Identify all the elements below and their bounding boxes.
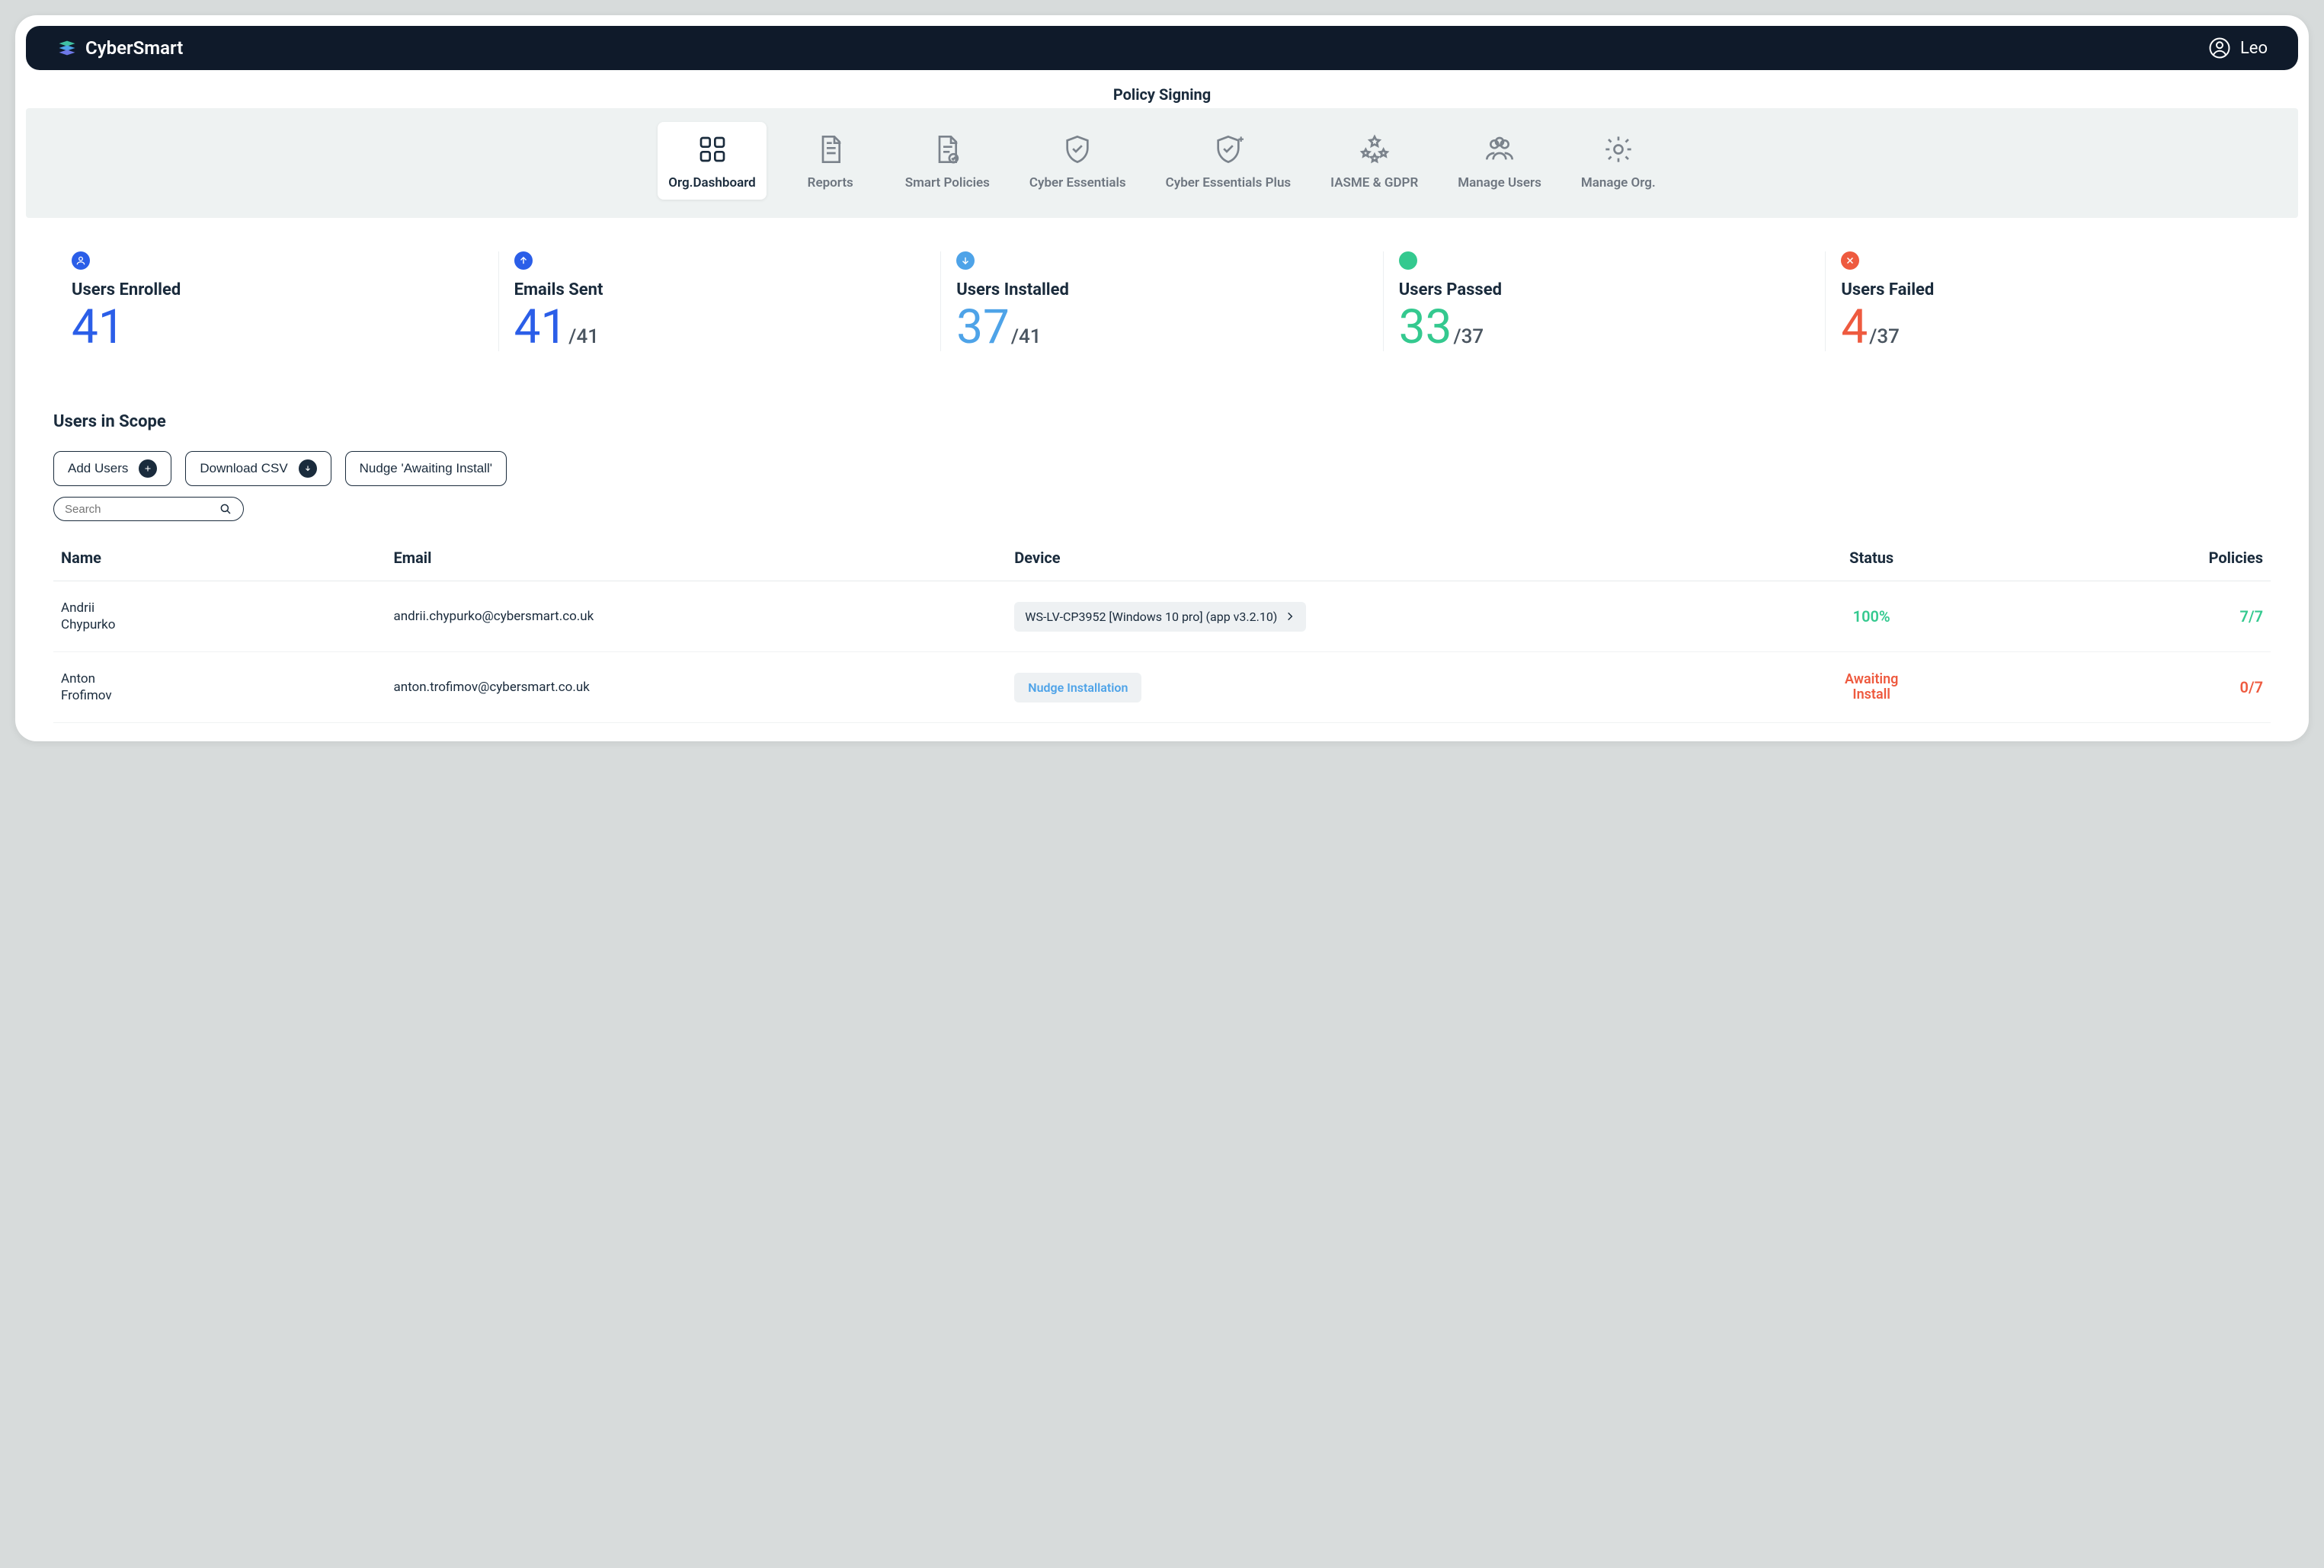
action-row: Add Users Download CSV Nudge 'Awaiting I… <box>53 451 2271 486</box>
table-row: AntonFrofimovanton.trofimov@cybersmart.c… <box>53 652 2271 723</box>
stat-users-installed: Users Installed 37/41 <box>941 251 1384 351</box>
stat-sub: /41 <box>568 325 599 348</box>
stars-icon <box>1359 134 1390 165</box>
nav-label: Cyber Essentials <box>1029 175 1126 190</box>
stat-value: 33 <box>1399 299 1452 355</box>
nav-smart-policies[interactable]: Smart Policies <box>895 122 1000 200</box>
brand-logo-icon <box>56 37 78 59</box>
add-users-button[interactable]: Add Users <box>53 451 171 486</box>
brand: CyberSmart <box>56 37 183 59</box>
stat-value: 4 <box>1841 299 1868 355</box>
button-label: Download CSV <box>200 461 287 476</box>
stat-users-passed: Users Passed 33/37 <box>1384 251 1826 351</box>
policies-value: 0/7 <box>2240 678 2263 696</box>
stat-label: Emails Sent <box>514 280 926 299</box>
search-input[interactable] <box>65 503 219 516</box>
col-email: Email <box>386 538 1007 581</box>
nav-cyber-essentials-plus[interactable]: Cyber Essentials Plus <box>1155 122 1302 200</box>
shield-plus-icon <box>1213 134 1244 165</box>
download-icon <box>299 459 317 478</box>
status-badge: AwaitingInstall <box>1845 671 1898 703</box>
stat-value: 41 <box>72 299 125 355</box>
button-label: Add Users <box>68 461 128 476</box>
shield-check-icon <box>1062 134 1093 165</box>
users-installed-icon <box>956 251 975 270</box>
stats-row: Users Enrolled 41 Emails Sent 41/41 User… <box>26 229 2298 377</box>
stat-value: 41 <box>514 299 568 355</box>
grid-icon <box>697 134 728 165</box>
col-policies: Policies <box>2005 538 2271 581</box>
button-label: Nudge 'Awaiting Install' <box>360 461 492 476</box>
policies-value: 7/7 <box>2240 607 2263 626</box>
cell-name: AntonFrofimov <box>53 652 386 723</box>
col-status: Status <box>1739 538 2005 581</box>
nav-iasme-gdpr[interactable]: IASME & GDPR <box>1320 122 1429 200</box>
table-header-row: Name Email Device Status Policies <box>53 538 2271 581</box>
cell-device: WS-LV-CP3952 [Windows 10 pro] (app v3.2.… <box>1007 581 1738 652</box>
cell-status: AwaitingInstall <box>1739 652 2005 723</box>
user-avatar-icon <box>2208 37 2231 59</box>
nav-manage-org[interactable]: Manage Org. <box>1570 122 1666 200</box>
chevron-right-icon <box>1285 611 1295 622</box>
gear-icon <box>1603 134 1634 165</box>
cell-policies: 0/7 <box>2005 652 2271 723</box>
users-panel: Users in Scope Add Users Download CSV Nu… <box>26 391 2298 731</box>
topbar: CyberSmart Leo <box>26 26 2298 70</box>
stat-label: Users Installed <box>956 280 1368 299</box>
users-passed-icon <box>1399 251 1417 270</box>
stat-value: 37 <box>956 299 1010 355</box>
col-name: Name <box>53 538 386 581</box>
stat-sub: /37 <box>1869 325 1900 348</box>
app-frame: CyberSmart Leo Policy Signing Org.Dashbo… <box>15 15 2309 741</box>
device-chip[interactable]: WS-LV-CP3952 [Windows 10 pro] (app v3.2.… <box>1014 602 1306 632</box>
cell-name: AndriiChypurko <box>53 581 386 652</box>
nav-label: Org.Dashboard <box>668 175 755 190</box>
stat-label: Users Failed <box>1841 280 2252 299</box>
cell-email: anton.trofimov@cybersmart.co.uk <box>386 652 1007 723</box>
nav-strip: Org.Dashboard Reports Smart Policies Cyb… <box>26 108 2298 218</box>
users-table: Name Email Device Status Policies Andrii… <box>53 538 2271 723</box>
cell-email: andrii.chypurko@cybersmart.co.uk <box>386 581 1007 652</box>
nav-org-dashboard[interactable]: Org.Dashboard <box>658 122 766 200</box>
nav-label: Reports <box>808 175 853 190</box>
stat-sub: /37 <box>1453 325 1484 348</box>
stat-label: Users Enrolled <box>72 280 483 299</box>
nav-label: Cyber Essentials Plus <box>1166 175 1292 190</box>
document-icon <box>815 134 846 165</box>
status-badge: 100% <box>1853 607 1890 626</box>
table-row: AndriiChypurkoandrii.chypurko@cybersmart… <box>53 581 2271 652</box>
user-name: Leo <box>2240 39 2268 58</box>
stat-emails-sent: Emails Sent 41/41 <box>499 251 942 351</box>
download-csv-button[interactable]: Download CSV <box>185 451 331 486</box>
search-field[interactable] <box>53 497 244 521</box>
nav-manage-users[interactable]: Manage Users <box>1447 122 1552 200</box>
nav-label: Manage Org. <box>1581 175 1656 190</box>
users-enrolled-icon <box>72 251 90 270</box>
page-title: Policy Signing <box>15 70 2309 108</box>
nav-label: Smart Policies <box>905 175 990 190</box>
users-failed-icon <box>1841 251 1859 270</box>
cell-device: Nudge Installation <box>1007 652 1738 723</box>
cell-policies: 7/7 <box>2005 581 2271 652</box>
cell-status: 100% <box>1739 581 2005 652</box>
nudge-awaiting-button[interactable]: Nudge 'Awaiting Install' <box>345 451 507 486</box>
search-icon <box>219 502 232 516</box>
nudge-installation-button[interactable]: Nudge Installation <box>1014 673 1141 702</box>
stat-sub: /41 <box>1011 325 1042 348</box>
panel-title: Users in Scope <box>53 412 2271 431</box>
nav-label: Manage Users <box>1458 175 1541 190</box>
nav-cyber-essentials[interactable]: Cyber Essentials <box>1019 122 1137 200</box>
stat-users-failed: Users Failed 4/37 <box>1826 251 2268 351</box>
nav-reports[interactable]: Reports <box>785 122 876 200</box>
col-device: Device <box>1007 538 1738 581</box>
stat-users-enrolled: Users Enrolled 41 <box>56 251 499 351</box>
user-menu[interactable]: Leo <box>2208 37 2268 59</box>
users-icon <box>1484 134 1515 165</box>
plus-icon <box>139 459 157 478</box>
stat-label: Users Passed <box>1399 280 1810 299</box>
nav-label: IASME & GDPR <box>1330 175 1418 190</box>
brand-name: CyberSmart <box>85 37 183 59</box>
emails-sent-icon <box>514 251 533 270</box>
document-check-icon <box>932 134 962 165</box>
